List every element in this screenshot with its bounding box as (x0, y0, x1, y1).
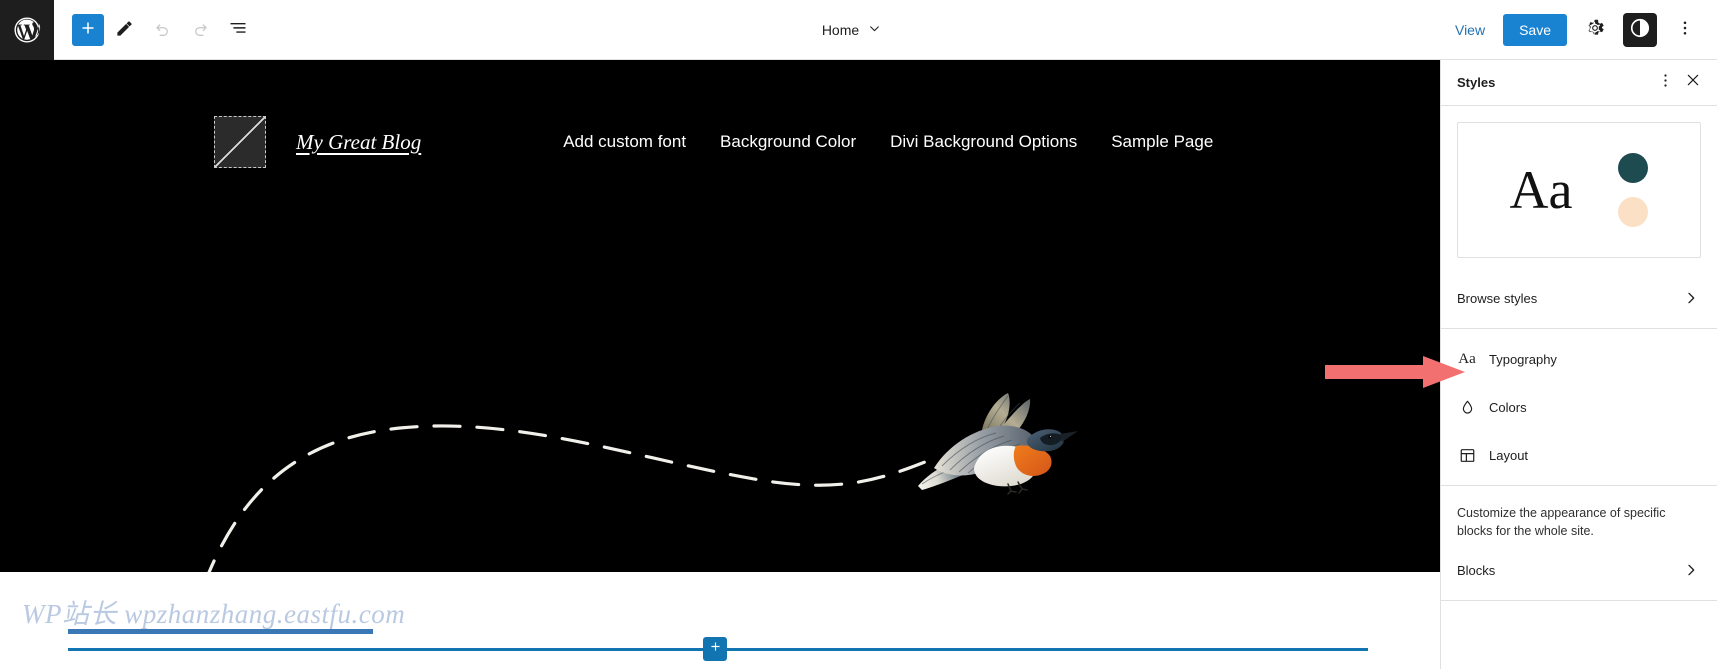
toolbar-left-tools (54, 12, 256, 48)
styles-contrast-icon (1629, 17, 1651, 42)
chevron-right-icon (1681, 288, 1701, 308)
site-preview-canvas[interactable]: My Great Blog Add custom font Background… (0, 60, 1440, 572)
toolbar-center: Home (256, 16, 1447, 44)
divider (1441, 485, 1717, 486)
site-navigation-block[interactable]: Add custom font Background Color Divi Ba… (563, 132, 1213, 152)
swatch-primary (1618, 153, 1649, 183)
flying-bird-illustration (912, 390, 1078, 498)
site-title-link[interactable]: My Great Blog (296, 130, 421, 155)
styles-panel-title: Styles (1457, 75, 1496, 90)
wordpress-logo-button[interactable] (0, 0, 54, 60)
styles-more-options-button[interactable] (1651, 69, 1679, 97)
list-view-button[interactable] (220, 12, 256, 48)
undo-arrow-icon (153, 19, 172, 41)
plus-icon (80, 20, 96, 39)
typography-sample: Aa (1509, 160, 1573, 220)
browse-styles-row[interactable]: Browse styles (1441, 274, 1717, 322)
blocks-description: Customize the appearance of specific blo… (1457, 506, 1666, 539)
three-dots-vertical-icon (1657, 72, 1674, 94)
typography-label: Typography (1489, 351, 1557, 367)
nav-item-background-color[interactable]: Background Color (720, 132, 856, 152)
sidebar-item-typography[interactable]: Aa Typography (1441, 335, 1717, 383)
sidebar-item-layout[interactable]: Layout (1441, 431, 1717, 479)
layout-label: Layout (1489, 447, 1529, 463)
sidebar-item-colors[interactable]: Colors (1441, 383, 1717, 431)
layout-grid-icon (1457, 445, 1477, 465)
browse-styles-label: Browse styles (1457, 290, 1538, 306)
droplet-icon (1457, 397, 1477, 417)
sidebar-item-blocks[interactable]: Blocks (1441, 546, 1717, 594)
more-options-button[interactable] (1667, 12, 1703, 48)
chevron-right-icon (1681, 560, 1701, 580)
swatch-secondary (1618, 197, 1649, 227)
palette-swatches (1618, 153, 1649, 227)
nav-item-divi-background-options[interactable]: Divi Background Options (890, 132, 1077, 152)
save-button[interactable]: Save (1503, 13, 1567, 46)
document-title-label: Home (821, 21, 860, 38)
style-preview-card[interactable]: Aa (1457, 122, 1701, 258)
nav-item-add-custom-font[interactable]: Add custom font (563, 132, 686, 152)
pencil-icon (115, 19, 134, 41)
editor-toolbar: Home View Save (0, 0, 1717, 60)
nav-item-sample-page[interactable]: Sample Page (1111, 132, 1213, 152)
undo-button[interactable] (144, 12, 180, 48)
settings-button[interactable] (1577, 12, 1613, 48)
chevron-down-icon (868, 22, 881, 38)
styles-panel-header: Styles (1441, 60, 1717, 106)
close-x-icon (1685, 72, 1701, 93)
site-editor-app: Home View Save My Great Blog Add custom … (0, 0, 1717, 669)
plus-icon (709, 640, 722, 658)
watermark-underline (68, 629, 373, 634)
list-view-icon (228, 18, 248, 41)
three-dots-vertical-icon (1676, 19, 1694, 40)
redo-button[interactable] (182, 12, 218, 48)
divider (1441, 600, 1717, 602)
aa-typography-icon: Aa (1458, 350, 1476, 367)
block-inserter-button[interactable] (703, 637, 727, 661)
image-placeholder-icon[interactable] (214, 116, 266, 168)
edit-tool-button[interactable] (106, 12, 142, 48)
styles-close-button[interactable] (1679, 69, 1707, 97)
blocks-label: Blocks (1457, 562, 1496, 578)
document-title-button[interactable]: Home (812, 16, 891, 44)
colors-label: Colors (1489, 399, 1527, 415)
styles-sidebar: Styles Aa Browse styles Aa Typography Co… (1440, 60, 1717, 669)
add-block-button[interactable] (72, 13, 104, 46)
site-header-block[interactable]: My Great Blog Add custom font Background… (0, 116, 1440, 168)
view-button[interactable]: View (1447, 16, 1493, 44)
wordpress-logo-icon (12, 15, 42, 45)
styles-toggle-button[interactable] (1623, 12, 1657, 47)
gear-icon (1585, 18, 1605, 41)
divider (1441, 328, 1717, 329)
toolbar-right: View Save (1447, 12, 1717, 48)
watermark-text: WP站长 wpzhanzhang.eastfu.com (22, 599, 406, 629)
redo-arrow-icon (191, 19, 210, 41)
